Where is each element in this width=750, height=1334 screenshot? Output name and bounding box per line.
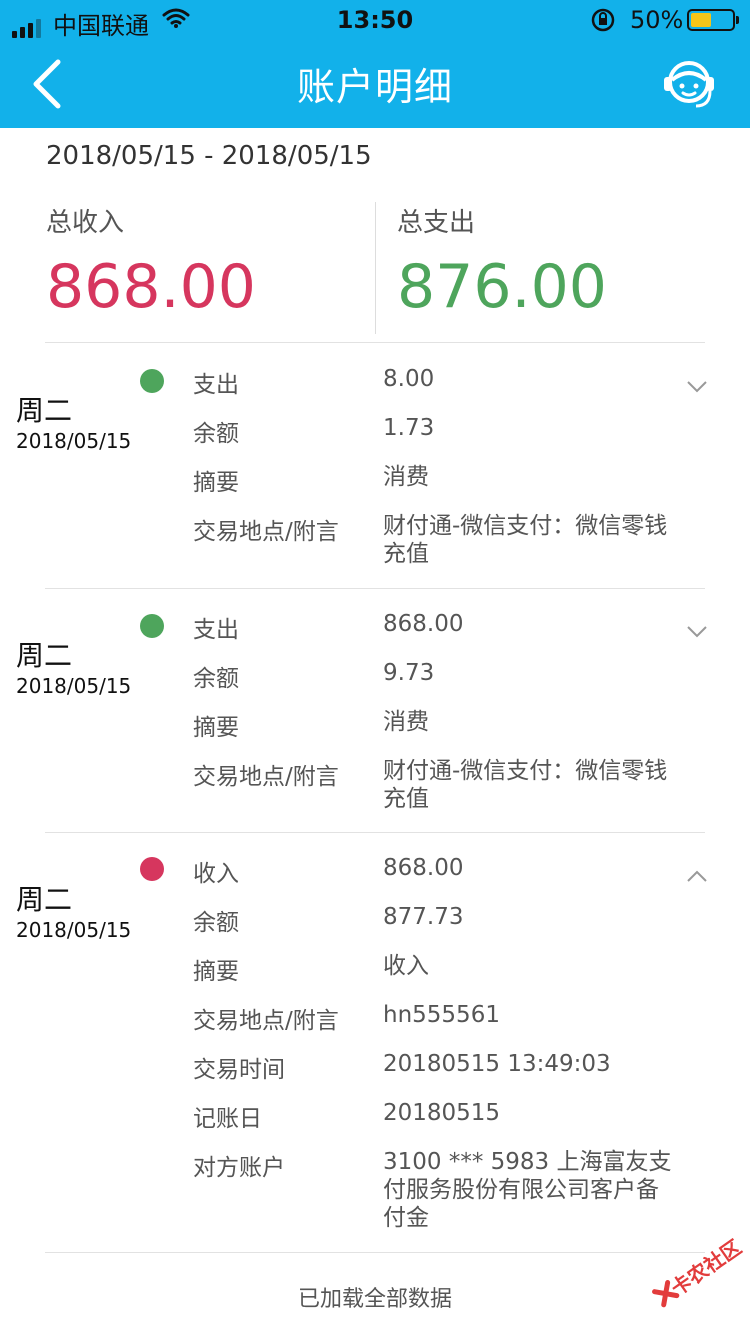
- expense-dot-icon: [140, 369, 164, 393]
- entry-weekday: 周二: [16, 394, 73, 427]
- row-value: 3100 *** 5983 上海富友支付服务股份有限公司客户备付金: [383, 1149, 672, 1231]
- entry-weekday: 周二: [16, 639, 73, 672]
- row-label: 记账日: [193, 1106, 262, 1132]
- row-value: 1.73: [383, 415, 435, 441]
- orientation-lock-icon: [590, 7, 616, 39]
- entry-weekday: 周二: [16, 883, 73, 916]
- row-amount: 868.00: [383, 611, 464, 637]
- row-value: 财付通-微信支付：微信零钱充值: [383, 513, 668, 567]
- divider: [45, 1252, 705, 1253]
- battery-icon: [687, 9, 739, 31]
- income-dot-icon: [140, 857, 164, 881]
- load-complete-text: 已加载全部数据: [297, 1287, 452, 1312]
- row-value: 20180515 13:49:03: [383, 1051, 611, 1077]
- total-expense-label: 总支出: [397, 208, 476, 238]
- row-label: 摘要: [193, 715, 239, 741]
- transaction-entry[interactable]: 周二 2018/05/15 支出 8.00 余额 1.73 摘要 消费 交易地点…: [0, 343, 750, 588]
- row-label: 余额: [193, 421, 239, 447]
- row-label: 支出: [193, 617, 239, 643]
- customer-service-icon: [664, 61, 714, 108]
- row-value: 877.73: [383, 904, 464, 930]
- row-label: 余额: [193, 910, 239, 936]
- entry-date: 2018/05/15: [16, 674, 132, 698]
- page-title: 账户明细: [296, 65, 453, 109]
- status-bar: 中国联通 13:50 50%: [0, 0, 750, 40]
- row-label: 对方账户: [193, 1155, 285, 1181]
- total-expense-value: 876.00: [397, 252, 607, 322]
- row-label: 交易时间: [193, 1057, 285, 1083]
- date-range: 2018/05/15 - 2018/05/15: [46, 141, 372, 171]
- row-label: 交易地点/附言: [193, 519, 339, 545]
- row-value: 收入: [383, 953, 429, 979]
- row-value: 消费: [383, 464, 429, 490]
- row-amount: 8.00: [383, 366, 435, 392]
- row-value: 20180515: [383, 1100, 501, 1126]
- transaction-entry[interactable]: 周二 2018/05/15 支出 868.00 余额 9.73 摘要 消费 交易…: [0, 589, 750, 833]
- row-label: 支出: [193, 372, 239, 398]
- total-income-value: 868.00: [46, 252, 256, 322]
- row-label: 余额: [193, 666, 239, 692]
- row-label: 摘要: [193, 470, 239, 496]
- row-value: 财付通-微信支付：微信零钱充值: [383, 758, 668, 812]
- row-value: hn555561: [383, 1002, 500, 1028]
- row-label: 摘要: [193, 959, 239, 985]
- total-income-label: 总收入: [46, 208, 125, 238]
- chevron-up-icon[interactable]: [686, 868, 708, 882]
- expense-dot-icon: [140, 614, 164, 638]
- row-value: 9.73: [383, 660, 435, 686]
- entry-date: 2018/05/15: [16, 918, 132, 942]
- chevron-down-icon[interactable]: [686, 379, 708, 393]
- transaction-entry[interactable]: 周二 2018/05/15 收入 868.00 余额 877.73 摘要 收入 …: [0, 833, 750, 1253]
- entry-date: 2018/05/15: [16, 429, 132, 453]
- row-value: 消费: [383, 709, 429, 735]
- summary-divider: [375, 202, 376, 334]
- row-label: 收入: [193, 861, 239, 887]
- row-label: 交易地点/附言: [193, 1008, 339, 1034]
- row-amount: 868.00: [383, 855, 464, 881]
- chevron-down-icon[interactable]: [686, 624, 708, 638]
- battery-percent: 50%: [630, 6, 684, 34]
- row-label: 交易地点/附言: [193, 764, 339, 790]
- customer-service-button[interactable]: [660, 56, 718, 112]
